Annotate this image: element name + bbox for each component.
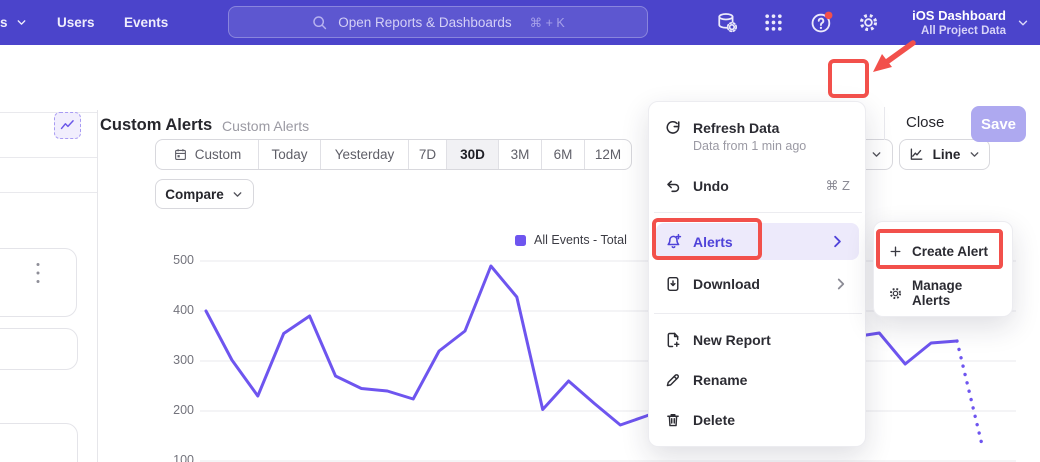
left-panel-divider [0, 112, 97, 113]
compare-button[interactable]: Compare [155, 179, 254, 209]
settings-gear-icon[interactable] [857, 11, 880, 34]
refresh-data-subtext: Data from 1 min ago [693, 139, 806, 153]
menu-item-rename[interactable]: Rename [649, 364, 865, 396]
submenu-item-create-alert[interactable]: Create Alert [874, 234, 1012, 268]
calendar-icon [173, 147, 188, 162]
date-range-segmented-control: Custom Today Yesterday 7D 30D 3M 6M 12M [155, 139, 632, 170]
chart-glyph-icon [59, 117, 76, 134]
nav-item-events[interactable]: Events [124, 0, 168, 45]
y-axis-tick-label: 100 [160, 453, 194, 462]
menu-item-delete[interactable]: Delete [649, 404, 865, 436]
apps-grid-icon[interactable] [762, 11, 785, 34]
global-search-button[interactable]: Open Reports & Dashboards ⌘ + K [228, 6, 648, 38]
y-axis-tick-label: 200 [160, 403, 194, 417]
legend-label: All Events - Total [534, 233, 627, 247]
range-3m[interactable]: 3M [498, 140, 541, 169]
submenu-item-manage-alerts[interactable]: Manage Alerts [874, 276, 1012, 310]
left-panel [0, 110, 98, 462]
trash-icon [664, 411, 682, 429]
range-today[interactable]: Today [258, 140, 320, 169]
chevron-down-icon [15, 16, 28, 29]
chevron-right-icon [832, 275, 850, 293]
menu-divider [654, 313, 862, 314]
data-management-icon[interactable] [715, 11, 738, 34]
app-window: 100 200 300 400 500 All Events - Total Custo… [0, 0, 1040, 462]
y-axis-tick-label: 400 [160, 303, 194, 317]
more-options-menu: Refresh Data Data from 1 min ago Undo ⌘ … [648, 101, 866, 447]
left-panel-divider [0, 192, 97, 193]
project-selector[interactable]: iOS Dashboard All Project Data [912, 0, 1006, 45]
nav-item-users[interactable]: Users [57, 0, 95, 45]
range-12m[interactable]: 12M [584, 140, 631, 169]
help-icon-with-notification[interactable] [810, 11, 833, 34]
report-header: Custom Alerts Custom Alerts GV Duplicate… [0, 45, 1040, 110]
chart-type-button[interactable]: Line [899, 139, 990, 170]
left-panel-divider [0, 157, 97, 158]
line-chart-icon [908, 146, 925, 163]
download-icon [664, 275, 682, 293]
left-panel-card[interactable] [0, 248, 77, 317]
range-7d[interactable]: 7D [408, 140, 446, 169]
menu-item-alerts[interactable]: Alerts [656, 223, 859, 260]
search-placeholder: Open Reports & Dashboards [338, 15, 511, 30]
chart-legend: All Events - Total [515, 233, 627, 247]
save-button[interactable]: Save [971, 106, 1026, 142]
range-30d-selected[interactable]: 30D [446, 140, 498, 169]
close-button[interactable]: Close [906, 114, 944, 131]
nav-item-partial[interactable]: s [0, 0, 28, 45]
page-title: Custom Alerts [100, 116, 212, 135]
y-axis-tick-label: 500 [160, 253, 194, 267]
bell-plus-icon [664, 232, 683, 251]
project-name: iOS Dashboard [912, 8, 1006, 23]
report-type-icon [54, 112, 81, 139]
pencil-icon [664, 371, 682, 389]
y-axis-tick-label: 300 [160, 353, 194, 367]
refresh-icon [664, 119, 682, 137]
kebab-menu-icon[interactable] [32, 260, 44, 286]
menu-item-undo[interactable]: Undo ⌘ Z [649, 170, 865, 202]
range-yesterday[interactable]: Yesterday [320, 140, 408, 169]
search-icon [311, 14, 328, 31]
alerts-submenu: Create Alert Manage Alerts [873, 221, 1013, 317]
range-custom[interactable]: Custom [156, 140, 258, 169]
menu-divider [654, 212, 862, 213]
menu-item-download[interactable]: Download [649, 268, 865, 300]
undo-shortcut: ⌘ Z [825, 178, 850, 194]
top-nav-bar: s Users Events Open Reports & Dashboards… [0, 0, 1040, 45]
plus-icon [888, 244, 903, 259]
chevron-right-icon [828, 232, 847, 251]
chevron-down-icon [870, 148, 883, 161]
left-panel-card[interactable] [0, 328, 78, 370]
header-divider [884, 107, 885, 140]
breadcrumb: Custom Alerts [222, 118, 309, 134]
new-report-icon [664, 331, 682, 349]
project-scope: All Project Data [921, 25, 1006, 37]
left-panel-card[interactable] [0, 423, 78, 462]
menu-item-new-report[interactable]: New Report [649, 324, 865, 356]
chevron-down-icon [968, 148, 981, 161]
search-shortcut: ⌘ + K [530, 15, 565, 30]
legend-swatch [515, 235, 526, 246]
chevron-down-icon [231, 188, 244, 201]
range-6m[interactable]: 6M [541, 140, 584, 169]
gear-icon [888, 286, 903, 301]
chevron-down-icon [1016, 16, 1030, 30]
undo-icon [664, 177, 682, 195]
